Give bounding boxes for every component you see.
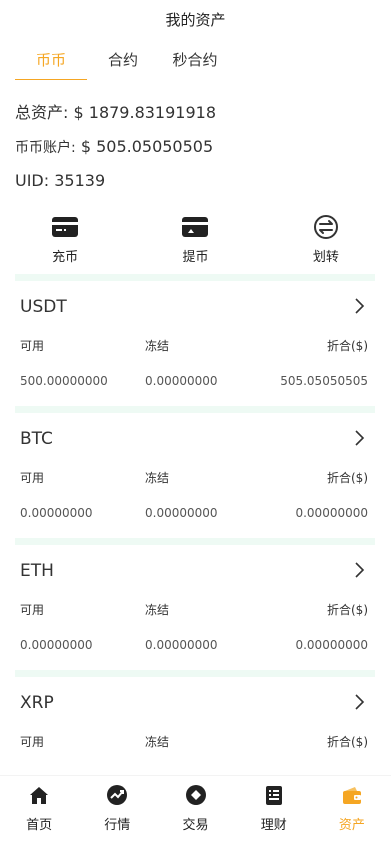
nav-trade-label: 交易 [182,818,209,833]
nav-finance-label: 理财 [260,818,287,833]
nav-finance[interactable]: 理财 [235,776,313,841]
spot-account-label: 币币账户: [15,140,76,156]
available-value: 0.00000000 [20,506,93,520]
trade-icon [185,785,206,805]
transfer-label: 划转 [312,250,339,265]
section-divider [15,406,375,413]
chevron-right-icon[interactable] [353,559,367,581]
available-label: 可用 [20,735,45,749]
converted-value: 505.05050505 [280,374,368,388]
nav-market-label: 行情 [104,818,131,833]
wallet-icon [342,787,361,804]
page-title: 我的资产 [165,11,226,29]
total-assets-value: $ 1879.83191918 [73,103,217,122]
deposit-label: 充币 [52,250,79,265]
available-value: 0.00000000 [20,638,93,652]
frozen-label: 冻结 [145,603,170,617]
available-label: 可用 [20,603,45,617]
finance-icon [265,786,282,805]
section-divider [15,538,375,545]
deposit-button[interactable]: 充币 [0,214,130,270]
bottom-nav: 首页 行情 交易 理财 资产 [0,775,391,841]
asset-summary: 总资产: $ 1879.83191918 币币账户: $ 505.0505050… [15,96,216,198]
frozen-value: 0.00000000 [145,506,218,520]
tab-contract[interactable]: 合约 [87,44,159,80]
total-assets-row: 总资产: $ 1879.83191918 [15,96,216,130]
section-divider [15,670,375,677]
transfer-button[interactable]: 划转 [261,214,391,270]
converted-value: 0.00000000 [295,638,368,652]
withdraw-label: 提币 [182,250,209,265]
card-deposit-icon [52,217,79,237]
coin-name: ETH [20,561,54,581]
coin-name: BTC [20,429,53,449]
section-divider [15,274,375,281]
market-icon [107,785,128,805]
action-bar: 充币 提币 划转 [0,214,391,270]
chevron-right-icon[interactable] [353,427,367,449]
frozen-label: 冻结 [145,471,170,485]
coin-card-xrp[interactable]: XRP 可用 冻结 折合($) [15,683,375,753]
nav-assets-label: 资产 [338,818,365,833]
coin-card-eth[interactable]: ETH 可用 冻结 折合($) 0.00000000 0.00000000 0.… [15,551,375,658]
nav-market[interactable]: 行情 [78,776,156,841]
coin-card-btc[interactable]: BTC 可用 冻结 折合($) 0.00000000 0.00000000 0.… [15,419,375,526]
coin-card-usdt[interactable]: USDT 可用 冻结 折合($) 500.00000000 0.00000000… [15,287,375,394]
frozen-label: 冻结 [145,339,170,353]
frozen-label: 冻结 [145,735,170,749]
available-label: 可用 [20,339,45,353]
home-icon [30,787,49,804]
converted-value: 0.00000000 [295,506,368,520]
converted-label: 折合($) [327,735,368,749]
transfer-icon [313,215,338,239]
coin-name: USDT [20,297,67,317]
available-value: 500.00000000 [20,374,108,388]
nav-assets[interactable]: 资产 [313,776,391,841]
uid-value: 35139 [54,171,106,190]
spot-account-row: 币币账户: $ 505.05050505 [15,130,216,164]
nav-trade[interactable]: 交易 [156,776,234,841]
coin-name: XRP [20,693,54,713]
asset-tabs: 币币 合约 秒合约 [15,44,231,80]
total-assets-label: 总资产: [15,103,69,122]
nav-home[interactable]: 首页 [0,776,78,841]
tab-second-contract[interactable]: 秒合约 [159,44,231,80]
nav-home-label: 首页 [26,818,53,833]
chevron-right-icon[interactable] [353,295,367,317]
card-withdraw-icon [182,217,209,237]
available-label: 可用 [20,471,45,485]
uid-row: UID: 35139 [15,164,216,198]
chevron-right-icon[interactable] [353,691,367,713]
frozen-value: 0.00000000 [145,638,218,652]
spot-account-value: $ 505.05050505 [80,137,214,156]
tab-spot[interactable]: 币币 [15,44,87,80]
converted-label: 折合($) [327,471,368,485]
withdraw-button[interactable]: 提币 [130,214,260,270]
converted-label: 折合($) [327,603,368,617]
uid-label: UID: [15,171,50,190]
converted-label: 折合($) [327,339,368,353]
frozen-value: 0.00000000 [145,374,218,388]
